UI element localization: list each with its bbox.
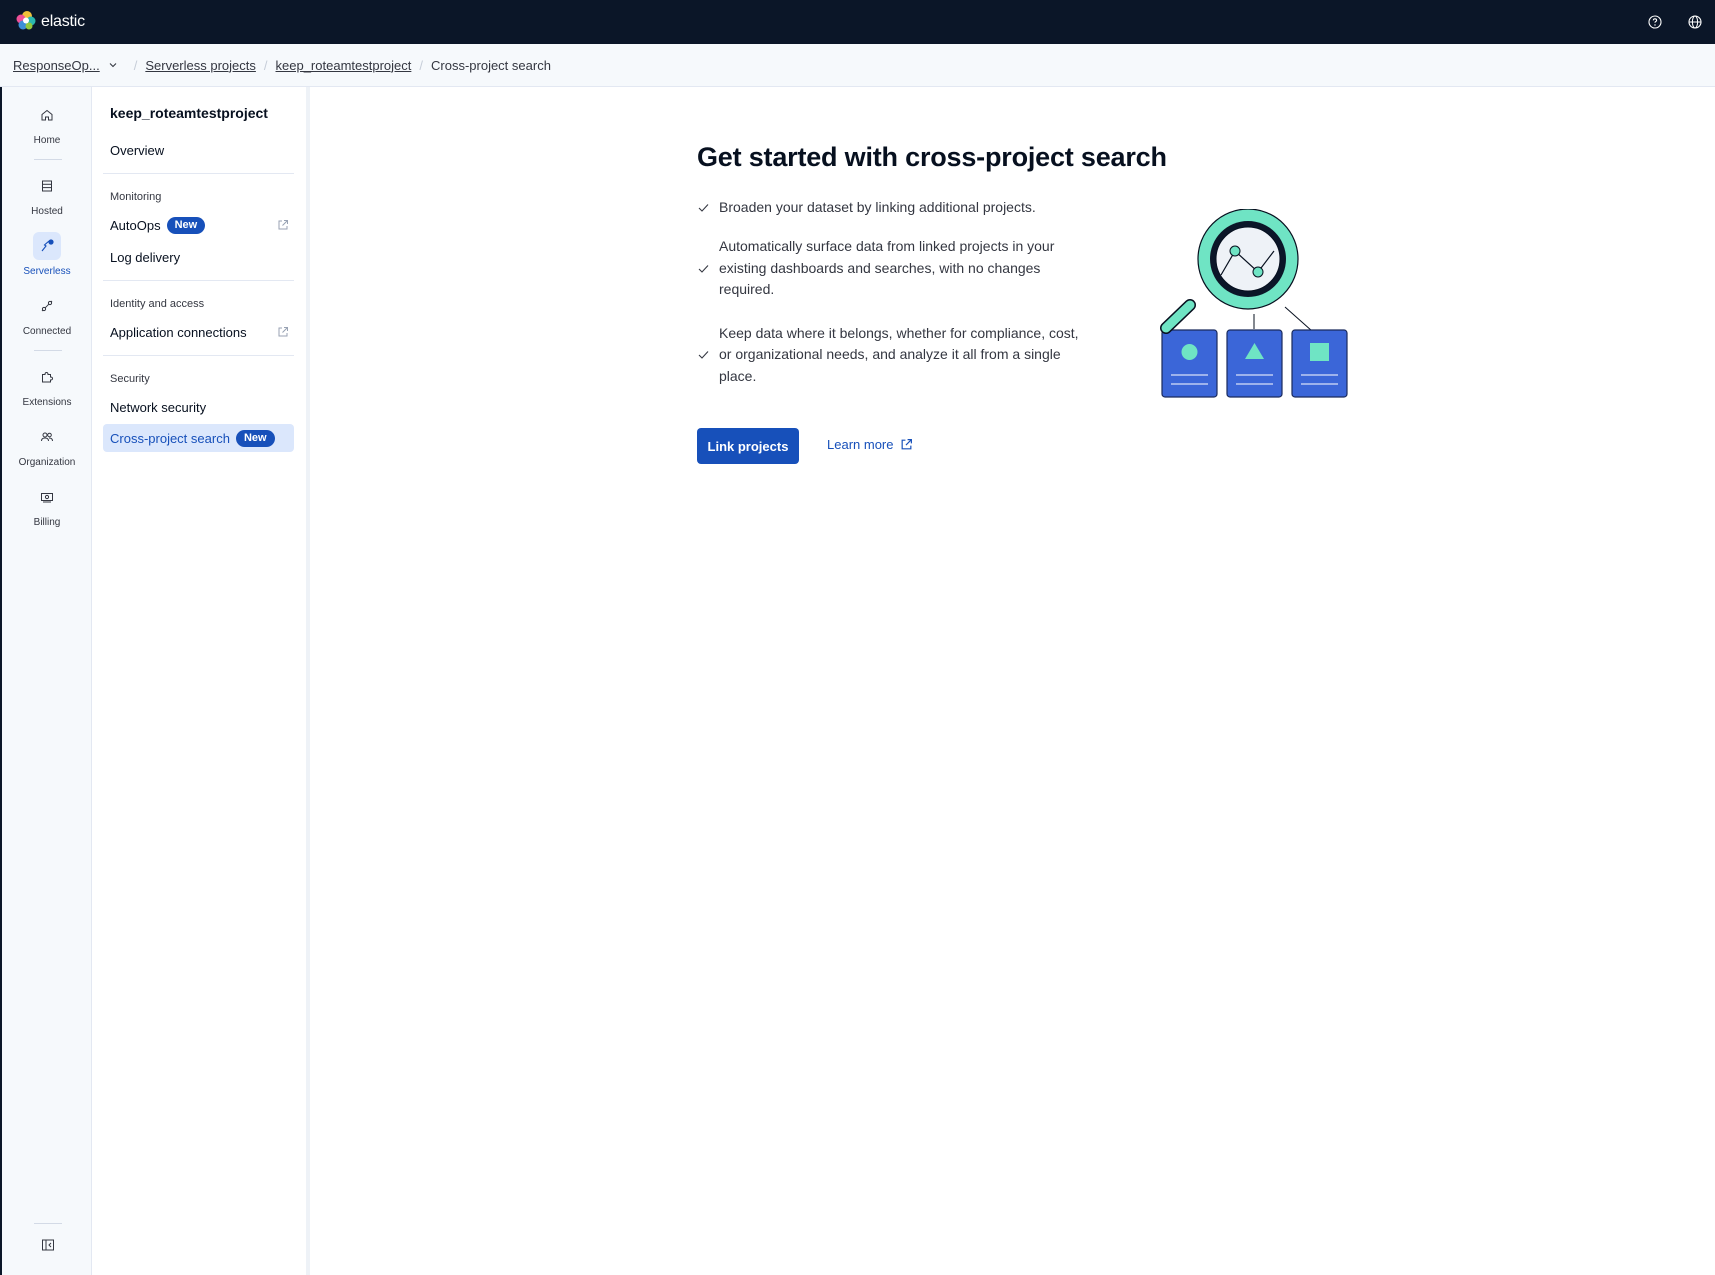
benefits-list: Broaden your dataset by linking addition… bbox=[697, 197, 1092, 387]
rail-item-label: Billing bbox=[33, 517, 61, 528]
rail-item-extensions[interactable]: Extensions bbox=[2, 363, 92, 408]
project-card-icon bbox=[1226, 329, 1283, 398]
serverless-icon bbox=[33, 232, 61, 260]
learn-more-label: Learn more bbox=[827, 437, 894, 452]
check-icon bbox=[697, 262, 711, 275]
elastic-logo[interactable]: elastic bbox=[16, 10, 85, 35]
nav-item-label: Network security bbox=[110, 399, 207, 415]
rail-divider bbox=[34, 350, 62, 351]
learn-more-link[interactable]: Learn more bbox=[827, 437, 913, 452]
breadcrumb-serverless-projects[interactable]: Serverless projects bbox=[145, 58, 256, 73]
nav-item-label: Cross-project search bbox=[110, 430, 230, 446]
rail-divider bbox=[34, 159, 62, 160]
breadcrumb-separator: / bbox=[263, 57, 268, 73]
nav-item-cross-project-search[interactable]: Cross-project search New bbox=[103, 424, 294, 452]
breadcrumb-current: Cross-project search bbox=[431, 57, 551, 73]
project-card-icon bbox=[1291, 329, 1348, 398]
rail-item-billing[interactable]: Billing bbox=[2, 483, 92, 528]
puzzle-icon bbox=[33, 363, 61, 391]
nav-item-label: Overview bbox=[110, 142, 165, 158]
collapse-sidebar-icon[interactable] bbox=[38, 1235, 58, 1255]
breadcrumb-separator: / bbox=[133, 57, 138, 73]
home-icon bbox=[33, 101, 61, 129]
new-badge: New bbox=[166, 216, 206, 234]
rail-item-label: Organization bbox=[18, 457, 76, 468]
nav-item-log-delivery[interactable]: Log delivery bbox=[103, 241, 294, 273]
nav-section-security: Security bbox=[110, 373, 150, 385]
connected-icon bbox=[33, 292, 61, 320]
top-header: elastic bbox=[0, 0, 1715, 44]
globe-icon[interactable] bbox=[1685, 12, 1705, 32]
nav-divider bbox=[103, 355, 294, 356]
nav-item-network-security[interactable]: Network security bbox=[103, 391, 294, 423]
nav-item-label: AutoOps bbox=[110, 217, 161, 233]
nav-divider bbox=[103, 280, 294, 281]
nav-item-label: Log delivery bbox=[110, 249, 181, 265]
rail-item-organization[interactable]: Organization bbox=[2, 423, 92, 468]
list-item: Keep data where it belongs, whether for … bbox=[697, 323, 1092, 388]
rail-item-home[interactable]: Home bbox=[2, 101, 92, 146]
rail-item-label: Serverless bbox=[23, 266, 71, 277]
primary-nav-rail: Home Hosted Serverless Connected Extensi… bbox=[0, 87, 92, 1275]
project-title: keep_roteamtestproject bbox=[110, 105, 268, 121]
list-item-text: Automatically surface data from linked p… bbox=[719, 238, 1055, 297]
rail-item-label: Connected bbox=[22, 326, 72, 337]
rail-item-serverless[interactable]: Serverless bbox=[2, 232, 92, 277]
rail-divider bbox=[34, 1223, 62, 1224]
check-icon bbox=[697, 348, 711, 361]
rail-item-label: Extensions bbox=[22, 397, 72, 408]
nav-item-application-connections[interactable]: Application connections bbox=[103, 316, 294, 348]
elastic-cluster-logo bbox=[16, 10, 36, 35]
main-content: Get started with cross-project search Br… bbox=[314, 87, 1715, 1275]
nav-divider bbox=[103, 173, 294, 174]
check-icon bbox=[697, 201, 711, 214]
nav-item-overview[interactable]: Overview bbox=[103, 134, 294, 166]
rail-item-label: Hosted bbox=[31, 206, 63, 217]
nav-item-label: Application connections bbox=[110, 324, 247, 340]
brand-name: elastic bbox=[41, 13, 85, 30]
rail-item-hosted[interactable]: Hosted bbox=[2, 172, 92, 217]
list-item-text: Broaden your dataset by linking addition… bbox=[719, 198, 1036, 215]
billing-icon bbox=[33, 483, 61, 511]
external-link-icon bbox=[900, 438, 913, 451]
rail-item-connected[interactable]: Connected bbox=[2, 292, 92, 337]
users-icon bbox=[33, 423, 61, 451]
breadcrumb-org[interactable]: ResponseOp... bbox=[13, 58, 100, 73]
chevron-down-icon[interactable] bbox=[108, 60, 118, 70]
project-card-icon bbox=[1161, 329, 1218, 398]
nav-section-monitoring: Monitoring bbox=[110, 191, 162, 203]
nav-item-autoops[interactable]: AutoOps New bbox=[103, 209, 294, 241]
rail-item-label: Home bbox=[33, 135, 61, 146]
breadcrumb-separator: / bbox=[419, 57, 423, 73]
new-badge: New bbox=[235, 429, 275, 447]
page-title: Get started with cross-project search bbox=[697, 142, 1167, 172]
nav-section-identity: Identity and access bbox=[110, 298, 205, 310]
list-item: Automatically surface data from linked p… bbox=[697, 236, 1092, 301]
external-link-icon bbox=[276, 218, 290, 232]
breadcrumb-project[interactable]: keep_roteamtestproject bbox=[276, 58, 412, 73]
list-item: Broaden your dataset by linking addition… bbox=[697, 197, 1092, 218]
secondary-nav: keep_roteamtestproject Overview Monitori… bbox=[92, 87, 310, 1275]
list-item-text: Keep data where it belongs, whether for … bbox=[719, 324, 1079, 384]
hosted-icon bbox=[33, 172, 61, 200]
cross-project-illustration bbox=[1154, 208, 1354, 414]
link-projects-button[interactable]: Link projects bbox=[697, 428, 799, 464]
breadcrumb: ResponseOp... / Serverless projects / ke… bbox=[0, 44, 1715, 87]
help-circle-icon[interactable] bbox=[1645, 12, 1665, 32]
external-link-icon bbox=[276, 325, 290, 339]
